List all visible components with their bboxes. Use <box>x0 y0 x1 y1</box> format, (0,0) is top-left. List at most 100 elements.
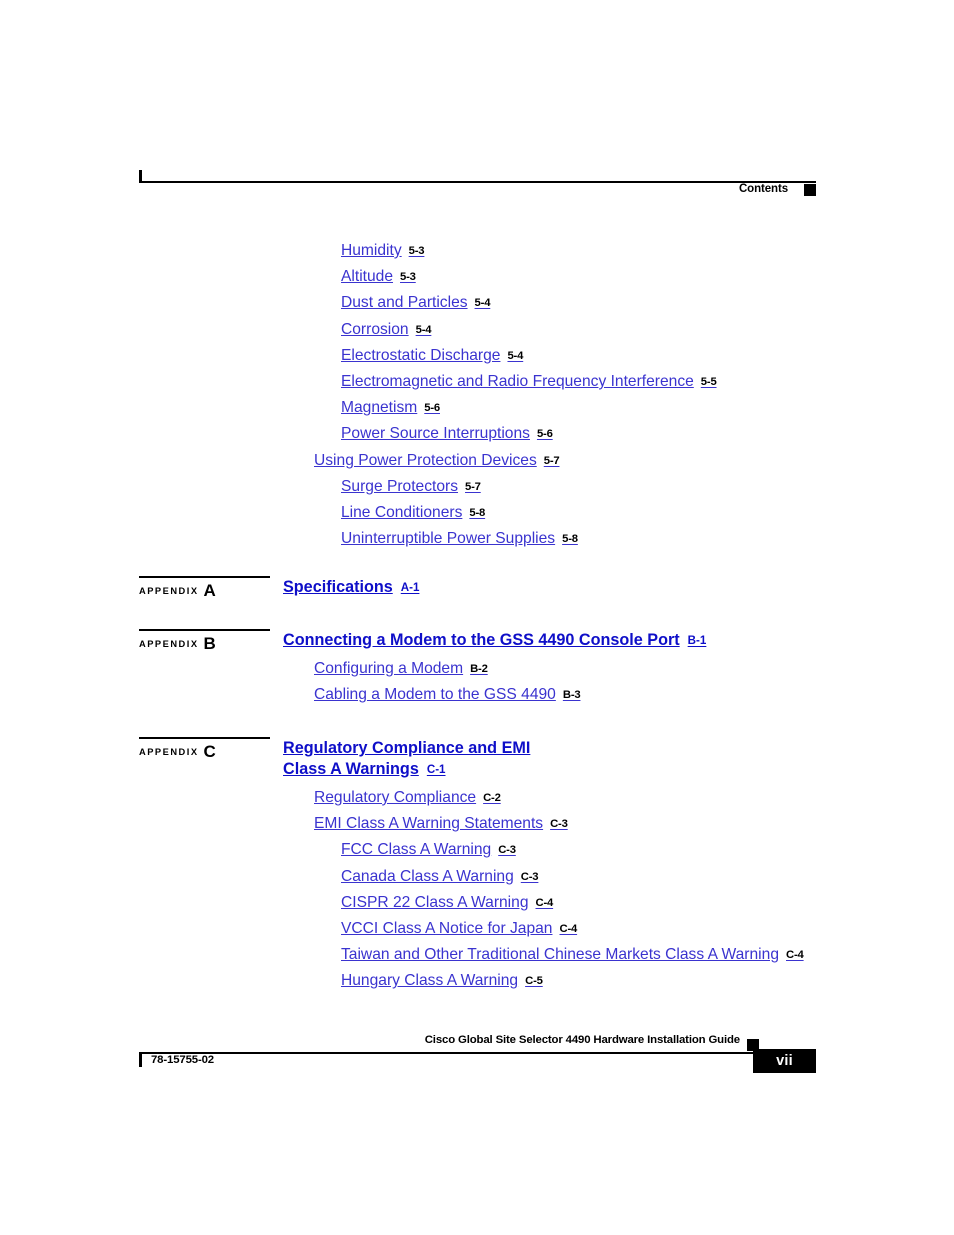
appendix-word: APPENDIX <box>139 747 199 757</box>
appendix-letter: A <box>203 581 216 600</box>
appendix-title-text: Specifications <box>283 578 393 596</box>
toc-entry-page: 5-4 <box>415 323 432 336</box>
toc-entry[interactable]: Electrostatic Discharge 5-4 <box>0 343 954 369</box>
footer-rule <box>139 1052 753 1054</box>
toc-entry-label: Canada Class A Warning <box>341 867 514 885</box>
toc-entry-label: Surge Protectors <box>341 477 459 495</box>
toc-entry[interactable]: Altitude 5-3 <box>0 264 954 290</box>
footer-guide-title: Cisco Global Site Selector 4490 Hardware… <box>424 1034 740 1046</box>
toc-entry-page: 5-6 <box>536 428 553 441</box>
appendix-c-entries: Regulatory Compliance C-2 EMI Class A War… <box>0 785 954 995</box>
appendix-rule <box>139 737 270 739</box>
toc-entry[interactable]: Surge Protectors 5-7 <box>0 474 954 500</box>
appendix-title-text-line2: Class A Warnings <box>283 759 419 778</box>
toc-entry-label: Uninterruptible Power Supplies <box>341 530 556 548</box>
toc-entry-page: 5-6 <box>424 402 440 415</box>
table-of-contents: Humidity 5-3 Altitude 5-3 Dust and Particl… <box>0 238 954 552</box>
toc-entry-label: Electrostatic Discharge <box>341 346 501 364</box>
toc-entry-page: C-2 <box>483 792 501 804</box>
toc-entry[interactable]: FCC Class A Warning C-3 <box>0 837 954 863</box>
toc-entry[interactable]: Humidity 5-3 <box>0 238 954 264</box>
toc-entry-label: Regulatory Compliance <box>314 789 477 806</box>
toc-entry-page: 5-3 <box>400 271 416 284</box>
toc-entry-label: Cabling a Modem to the GSS 4490 <box>314 686 556 704</box>
toc-entry[interactable]: Power Source Interruptions 5-6 <box>0 421 954 447</box>
toc-entry-label: CISPR 22 Class A Warning <box>341 893 529 911</box>
toc-entry-page: C-3 <box>520 870 539 883</box>
appendix-title-line2-wrap: Class A Warnings C-1 <box>283 759 530 781</box>
toc-entry-page: 5-7 <box>543 454 560 467</box>
toc-entry-page: C-4 <box>559 923 578 936</box>
appendix-title-text-line1: Regulatory Compliance and EMI <box>283 739 531 757</box>
toc-entry[interactable]: Configuring a Modem B-2 <box>0 656 954 682</box>
header-rule <box>139 181 816 183</box>
footer-left-tick <box>139 1053 142 1067</box>
toc-entry-page: B-3 <box>562 689 581 702</box>
appendix-word: APPENDIX <box>139 586 199 596</box>
toc-entry[interactable]: VCCI Class A Notice for Japan C-4 <box>0 916 954 942</box>
appendix-tag: APPENDIX C <box>139 742 216 762</box>
toc-entry-page: C-4 <box>786 949 804 962</box>
toc-group-chapter5: Humidity 5-3 Altitude 5-3 Dust and Particl… <box>0 238 954 552</box>
toc-entry-page: 5-4 <box>474 297 491 310</box>
toc-entry[interactable]: Taiwan and Other Traditional Chinese Mar… <box>0 942 954 968</box>
toc-entry-page: 5-3 <box>408 245 425 257</box>
appendix-letter: C <box>203 742 216 761</box>
toc-entry-label: Hungary Class A Warning <box>341 972 519 990</box>
toc-entry-label: VCCI Class A Notice for Japan <box>341 920 553 938</box>
toc-entry[interactable]: Using Power Protection Devices 5-7 <box>0 448 954 474</box>
toc-entry-label: Humidity <box>341 242 402 259</box>
toc-entry[interactable]: Dust and Particles 5-4 <box>0 290 954 316</box>
toc-entry-page: C-3 <box>498 844 516 857</box>
appendix-letter: B <box>203 634 216 653</box>
appendix-title-link[interactable]: Specifications A-1 <box>283 577 419 599</box>
toc-entry[interactable]: Electromagnetic and Radio Frequency Inte… <box>0 369 954 395</box>
toc-entry-label: Taiwan and Other Traditional Chinese Mar… <box>341 946 779 964</box>
toc-entry[interactable]: Corrosion 5-4 <box>0 317 954 343</box>
appendix-page: C-1 <box>426 762 446 776</box>
appendix-word: APPENDIX <box>139 639 199 649</box>
appendix-rule <box>139 629 270 631</box>
toc-entry-label: Line Conditioners <box>341 504 463 522</box>
toc-entry-label: Electromagnetic and Radio Frequency Inte… <box>341 373 694 391</box>
toc-entry-label: Corrosion <box>341 320 409 338</box>
appendix-rule <box>139 576 270 578</box>
appendix-title-text: Connecting a Modem to the GSS 4490 Conso… <box>283 631 680 649</box>
toc-entry[interactable]: Magnetism 5-6 <box>0 395 954 421</box>
footer-page-number: vii <box>776 1053 793 1069</box>
toc-entry-page: 5-8 <box>562 533 578 546</box>
toc-entry[interactable]: Hungary Class A Warning C-5 <box>0 968 954 994</box>
toc-entry-label: Magnetism <box>341 399 418 417</box>
toc-entry-label: Altitude <box>341 268 394 286</box>
appendix-b-entries: Configuring a Modem B-2 Cabling a Modem t… <box>0 656 954 708</box>
toc-entry[interactable]: Uninterruptible Power Supplies 5-8 <box>0 526 954 552</box>
running-header: Contents <box>139 170 816 204</box>
header-title: Contents <box>738 183 788 195</box>
toc-entry[interactable]: Cabling a Modem to the GSS 4490 B-3 <box>0 682 954 708</box>
toc-entry-label: Configuring a Modem <box>314 660 464 677</box>
toc-entry[interactable]: Regulatory Compliance C-2 <box>0 785 954 811</box>
toc-entry[interactable]: CISPR 22 Class A Warning C-4 <box>0 890 954 916</box>
toc-entry[interactable]: EMI Class A Warning Statements C-3 <box>0 811 954 837</box>
running-footer: Cisco Global Site Selector 4490 Hardware… <box>139 1034 816 1074</box>
toc-entry-page: 5-7 <box>465 480 481 493</box>
toc-entry-label: EMI Class A Warning Statements <box>314 815 544 833</box>
toc-entry-page: 5-5 <box>700 376 717 389</box>
appendix-title-link[interactable]: Regulatory Compliance and EMI Class A War… <box>283 738 530 780</box>
toc-entry-page: C-4 <box>535 896 554 909</box>
appendix-title-link[interactable]: Connecting a Modem to the GSS 4490 Conso… <box>283 630 706 652</box>
toc-entry-label: Dust and Particles <box>341 294 468 312</box>
toc-entry[interactable]: Canada Class A Warning C-3 <box>0 864 954 890</box>
footer-document-number: 78-15755-02 <box>151 1054 214 1066</box>
appendix-tag: APPENDIX B <box>139 634 216 654</box>
toc-entry-page: 5-8 <box>469 507 486 520</box>
toc-entry-page: C-5 <box>525 975 543 988</box>
toc-entry[interactable]: Line Conditioners 5-8 <box>0 500 954 526</box>
toc-entry-label: Using Power Protection Devices <box>314 451 537 469</box>
toc-entry-page: C-3 <box>550 818 568 831</box>
page-canvas: Contents Humidity 5-3 Altitude 5-3 Dust an… <box>0 0 954 1235</box>
appendix-page: A-1 <box>400 581 420 594</box>
header-square-marker-icon <box>804 184 816 196</box>
toc-entry-label: Power Source Interruptions <box>341 425 530 443</box>
appendix-tag: APPENDIX A <box>139 581 216 601</box>
